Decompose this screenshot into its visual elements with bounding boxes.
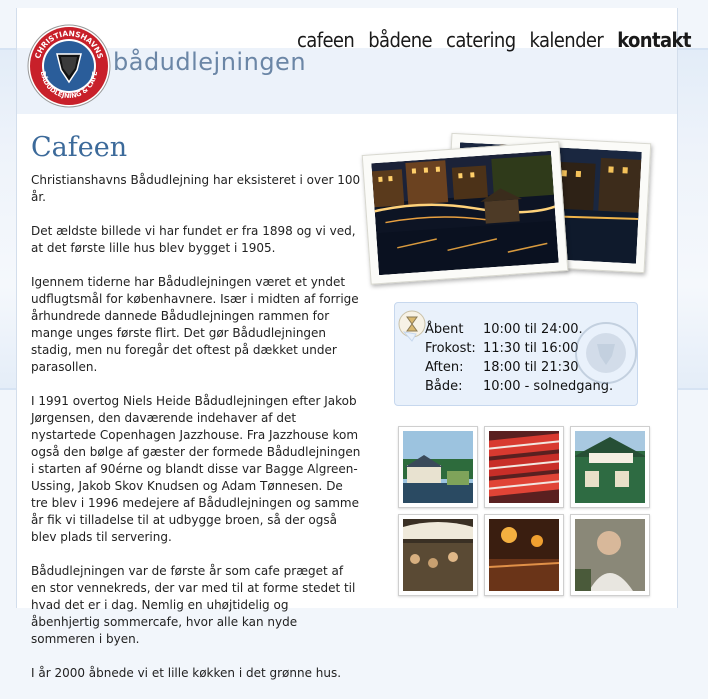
hourglass-icon <box>398 310 426 342</box>
page-title: Cafeen <box>31 132 128 163</box>
thumbnail-cafe-interior[interactable] <box>484 514 564 596</box>
hours-label: Frokost: <box>425 341 476 356</box>
nav-catering[interactable]: catering <box>446 28 516 52</box>
main-nav: cafeen bådene catering kalender kontakt <box>297 28 692 52</box>
logo-watermark <box>575 322 637 384</box>
thumbnail-green-house-sign[interactable] <box>570 426 650 508</box>
nav-cafeen[interactable]: cafeen <box>297 28 355 52</box>
brand-name[interactable]: bådudlejningen <box>113 48 306 76</box>
hours-label: Aften: <box>425 360 464 375</box>
paragraph-5: Bådudlejningen var de første år som cafe… <box>31 564 356 646</box>
logo-badge[interactable]: CHRISTIANSHAVNS BÅDUDLEJNING & CAFE <box>27 24 111 108</box>
nav-kalender[interactable]: kalender <box>530 28 604 52</box>
hours-label: Både: <box>425 379 463 394</box>
nav-badene[interactable]: bådene <box>368 28 432 52</box>
thumbnail-boathouse[interactable] <box>398 426 478 508</box>
hours-label: Åbent <box>425 322 464 337</box>
main-content: Christianshavns Bådudlejning har eksiste… <box>31 172 361 699</box>
nav-kontakt[interactable]: kontakt <box>617 28 691 52</box>
paragraph-3: Igennem tiderne har Bådudlejningen været… <box>31 275 359 374</box>
thumbnail-terrace[interactable] <box>398 514 478 596</box>
photo-canal-night-front <box>361 141 569 285</box>
thumbnail-guests[interactable] <box>570 514 650 596</box>
paragraph-4: I 1991 overtog Niels Heide Bådudlejninge… <box>31 394 361 544</box>
paragraph-1: Christianshavns Bådudlejning har eksiste… <box>31 173 361 204</box>
paragraph-6: I år 2000 åbnede vi et lille køkken i de… <box>31 666 342 680</box>
thumbnail-red-boats[interactable] <box>484 426 564 508</box>
paragraph-2: Det ældste billede vi har fundet er fra … <box>31 224 356 255</box>
